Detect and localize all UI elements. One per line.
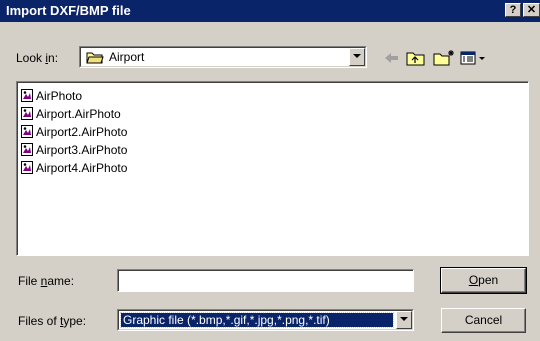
airphoto-file-icon — [21, 161, 33, 174]
file-name: Airport2.AirPhoto — [36, 125, 128, 139]
filetype-label: Files of type: — [18, 314, 87, 328]
list-item[interactable]: AirPhoto — [21, 87, 82, 105]
airphoto-file-icon — [21, 89, 33, 102]
filetype-select[interactable]: Graphic file (*.bmp,*.gif,*.jpg,*.png,*.… — [117, 309, 414, 331]
lookin-dropdown-button[interactable] — [349, 48, 365, 66]
file-name: AirPhoto — [36, 89, 83, 103]
lookin-value: Airport — [109, 50, 145, 64]
window-title: Import DXF/BMP file — [6, 3, 131, 18]
view-menu-icon[interactable] — [459, 49, 487, 67]
list-item[interactable]: Airport.AirPhoto — [21, 105, 121, 123]
cancel-button[interactable]: Cancel — [441, 308, 526, 333]
help-button[interactable]: ? — [505, 3, 521, 17]
file-name: Airport.AirPhoto — [36, 107, 121, 121]
close-button[interactable]: ✕ — [523, 3, 540, 17]
folder-icon — [86, 52, 104, 64]
file-name: Airport3.AirPhoto — [36, 143, 128, 157]
filename-input[interactable] — [117, 269, 414, 292]
filetype-dropdown-button[interactable] — [396, 311, 412, 329]
airphoto-file-icon — [21, 107, 33, 120]
open-button[interactable]: Open — [440, 267, 527, 294]
lookin-label: Look in: — [16, 51, 59, 65]
title-bar[interactable]: Import DXF/BMP file ? ✕ — [0, 0, 540, 22]
new-folder-icon[interactable] — [432, 49, 456, 67]
airphoto-file-icon — [21, 143, 33, 156]
file-name: Airport4.AirPhoto — [36, 161, 128, 175]
file-list[interactable]: AirPhoto Airport.AirPhoto Airport2.AirPh… — [16, 81, 529, 256]
filetype-value: Graphic file (*.bmp,*.gif,*.jpg,*.png,*.… — [123, 313, 330, 327]
lookin-combo[interactable]: Airport — [79, 46, 367, 68]
filename-label: File name: — [18, 274, 75, 288]
back-arrow-icon[interactable] — [381, 49, 403, 67]
list-item[interactable]: Airport3.AirPhoto — [21, 141, 127, 159]
list-item[interactable]: Airport2.AirPhoto — [21, 123, 127, 141]
airphoto-file-icon — [21, 125, 33, 138]
up-folder-icon[interactable] — [405, 49, 427, 67]
list-item[interactable]: Airport4.AirPhoto — [21, 159, 127, 177]
